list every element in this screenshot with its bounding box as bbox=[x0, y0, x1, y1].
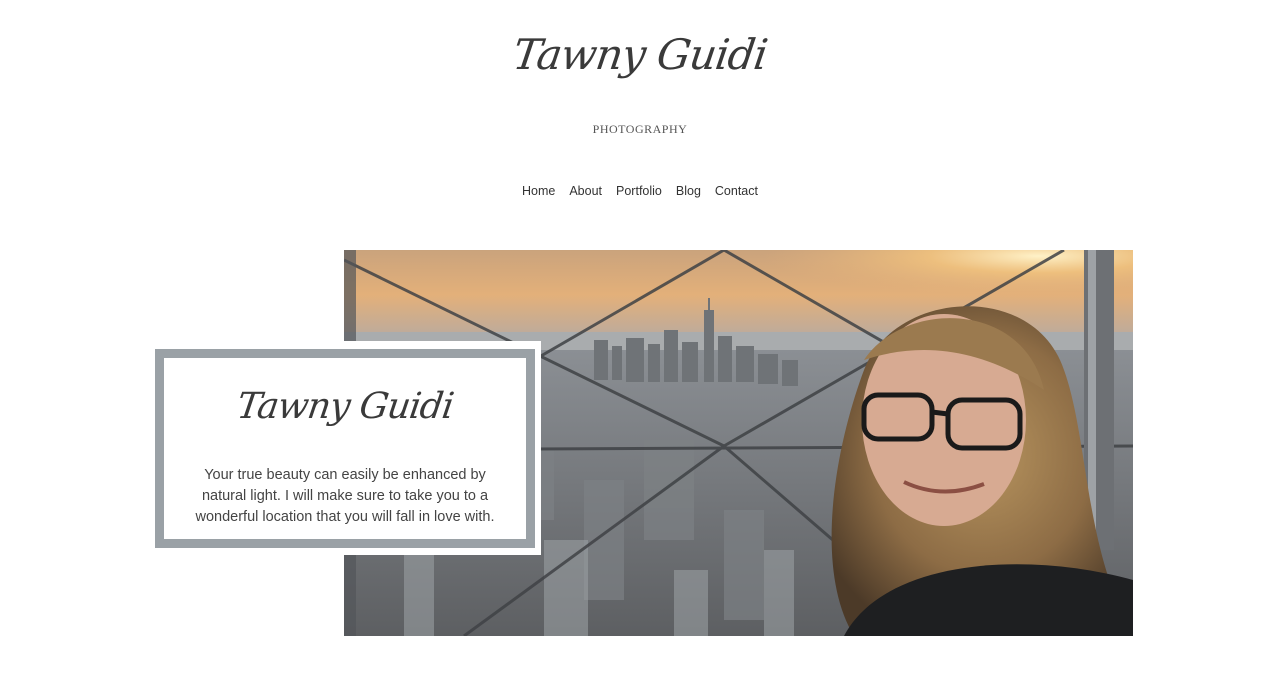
intro-card-frame: Tawny Guidi Your true beauty can easily … bbox=[155, 349, 535, 548]
nav-blog[interactable]: Blog bbox=[676, 184, 701, 198]
main-nav: Home About Portfolio Blog Contact bbox=[0, 184, 1280, 198]
nav-home[interactable]: Home bbox=[522, 184, 555, 198]
intro-card: Tawny Guidi Your true beauty can easily … bbox=[155, 341, 541, 555]
intro-card-text: Your true beauty can easily be enhanced … bbox=[195, 467, 495, 525]
site-title[interactable]: Tawny Guidi bbox=[0, 30, 1280, 79]
intro-card-title: Tawny Guidi bbox=[234, 386, 456, 427]
nav-contact[interactable]: Contact bbox=[715, 184, 758, 198]
nav-portfolio[interactable]: Portfolio bbox=[616, 184, 662, 198]
nav-about[interactable]: About bbox=[569, 184, 602, 198]
site-tagline: PHOTOGRAPHY bbox=[592, 122, 688, 136]
